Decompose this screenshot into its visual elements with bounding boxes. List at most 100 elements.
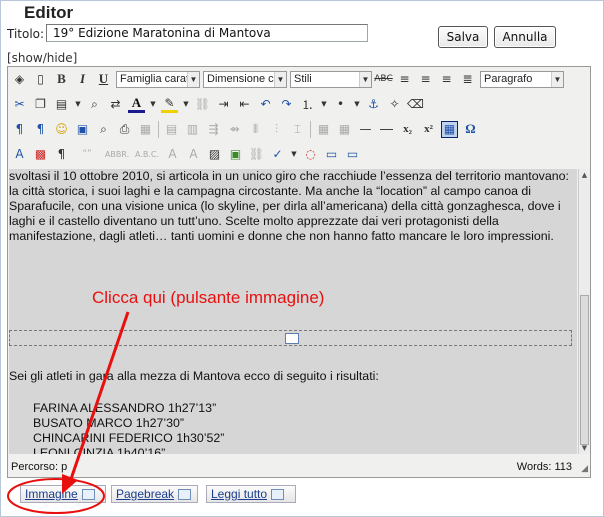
- align-right-icon[interactable]: ≡: [438, 71, 455, 88]
- save-button[interactable]: Salva: [438, 26, 488, 48]
- split-cells-icon[interactable]: ⌶: [289, 121, 306, 138]
- readmore-button[interactable]: Leggi tutto: [206, 485, 296, 503]
- highlight-color-icon[interactable]: ✎: [161, 96, 178, 113]
- result-item: BUSATO MARCO 1h27’30”: [33, 416, 185, 430]
- show-hide-link[interactable]: [show/hide]: [7, 51, 77, 65]
- anchor-icon[interactable]: ⚓: [365, 96, 382, 113]
- pagebreak-icon: [285, 333, 299, 344]
- underline-icon[interactable]: U: [95, 71, 112, 88]
- align-center-icon[interactable]: ≡: [417, 71, 434, 88]
- pagebreak-button[interactable]: Pagebreak: [111, 485, 198, 503]
- bold-icon[interactable]: B: [53, 71, 70, 88]
- outdent-icon[interactable]: ⇤: [236, 96, 253, 113]
- ltr-icon[interactable]: ¶: [11, 121, 28, 138]
- table-props-icon[interactable]: ▦: [336, 121, 353, 138]
- chevron-down-icon: ▼: [187, 71, 199, 87]
- cite-icon[interactable]: “”: [74, 146, 100, 163]
- source-icon[interactable]: ◈: [11, 71, 28, 88]
- image-button[interactable]: Immagine: [20, 485, 106, 503]
- scroll-thumb[interactable]: [580, 295, 589, 445]
- insert-column-icon[interactable]: ⫴: [247, 121, 264, 138]
- special-char-icon[interactable]: Ω: [462, 121, 479, 138]
- title-label: Titolo:: [7, 27, 45, 41]
- chevron-down-icon[interactable]: ▼: [149, 96, 157, 113]
- style-props-icon[interactable]: A: [11, 146, 28, 163]
- chevron-down-icon[interactable]: ▼: [353, 96, 361, 113]
- preview-icon[interactable]: ⌕: [95, 121, 112, 138]
- cell-props-icon[interactable]: ▥: [184, 121, 201, 138]
- pagebreak-marker: [9, 330, 572, 346]
- table-icon[interactable]: ▦: [137, 121, 154, 138]
- italic-icon[interactable]: I: [74, 71, 91, 88]
- cut-icon[interactable]: ✂: [11, 96, 28, 113]
- font-family-select[interactable]: Famiglia caratt ▼: [116, 70, 200, 88]
- remove-format-icon[interactable]: ―: [378, 121, 395, 138]
- insert-row-icon[interactable]: ⇶: [205, 121, 222, 138]
- media-icon[interactable]: ▣: [74, 121, 91, 138]
- chevron-down-icon[interactable]: ▼: [320, 96, 328, 113]
- print-icon[interactable]: ⎙: [116, 121, 133, 138]
- link-icon[interactable]: ⛓: [248, 146, 265, 163]
- horizontal-rule-icon[interactable]: —: [357, 121, 374, 138]
- align-justify-icon[interactable]: ≣: [459, 71, 476, 88]
- acronym-icon[interactable]: A.B.C.: [134, 146, 160, 163]
- result-item: LEONI CINZIA 1h40’16”: [33, 446, 166, 454]
- spellcheck-icon[interactable]: ✓: [269, 146, 286, 163]
- delete-row-icon[interactable]: ⇴: [226, 121, 243, 138]
- cleanup-icon[interactable]: ✧: [386, 96, 403, 113]
- pdf-icon[interactable]: ▩: [32, 146, 49, 163]
- show-blocks-icon[interactable]: ¶: [53, 146, 70, 163]
- toolbar-row-1: ◈ ▯ B I U Famiglia caratt ▼ Dimensione ca…: [11, 67, 567, 91]
- word-count: Words: 113: [516, 461, 572, 473]
- nonbreaking-icon[interactable]: ◌: [302, 146, 319, 163]
- styles-select[interactable]: Stili ▼: [290, 70, 372, 88]
- chevron-down-icon[interactable]: ▼: [74, 96, 82, 113]
- strikethrough-icon[interactable]: ABC: [374, 71, 392, 88]
- page-title: Editor: [24, 3, 74, 22]
- readmore-button-label: Leggi tutto: [211, 487, 268, 501]
- undo-icon[interactable]: ↶: [257, 96, 274, 113]
- font-color-icon[interactable]: A: [128, 95, 145, 113]
- status-bar: Percorso: p Words: 113 ◢: [8, 459, 590, 477]
- fullscreen-icon[interactable]: ▭: [344, 146, 361, 163]
- redo-icon[interactable]: ↷: [278, 96, 295, 113]
- scroll-up-icon[interactable]: ▲: [579, 169, 590, 181]
- chevron-down-icon[interactable]: ▼: [290, 146, 298, 163]
- visual-aid-icon[interactable]: ▦: [441, 120, 458, 138]
- copy-icon[interactable]: ❐: [32, 96, 49, 113]
- new-document-icon[interactable]: ▯: [32, 71, 49, 88]
- unlink-icon[interactable]: ⛓: [194, 96, 211, 113]
- editor-content[interactable]: svoltasi il 10 ottobre 2010, si articola…: [9, 169, 577, 454]
- attribs-icon[interactable]: ▨: [206, 146, 223, 163]
- ins-icon[interactable]: A: [185, 146, 202, 163]
- align-left-icon[interactable]: ≡: [396, 71, 413, 88]
- scroll-down-icon[interactable]: ▼: [579, 442, 590, 454]
- indent-icon[interactable]: ⇥: [215, 96, 232, 113]
- merge-cells-icon[interactable]: ▦: [315, 121, 332, 138]
- content-scrollbar[interactable]: ▲ ▼: [578, 169, 590, 454]
- eraser-icon[interactable]: ⌫: [407, 96, 424, 113]
- superscript-icon[interactable]: x²: [420, 121, 437, 138]
- subscript-icon[interactable]: x₂: [399, 121, 416, 138]
- bullet-list-icon[interactable]: •: [332, 96, 349, 113]
- delete-column-icon[interactable]: ⫶: [268, 121, 285, 138]
- format-select[interactable]: Paragrafo ▼: [480, 70, 564, 88]
- rtl-icon[interactable]: ¶: [32, 121, 49, 138]
- resize-handle-icon[interactable]: ◢: [581, 463, 588, 474]
- cancel-button[interactable]: Annulla: [494, 26, 556, 48]
- row-props-icon[interactable]: ▤: [163, 121, 180, 138]
- emoticon-icon[interactable]: ☺: [53, 121, 70, 138]
- content-paragraph: Sei gli atleti in gara alla mezza di Man…: [9, 369, 379, 383]
- template-icon[interactable]: ▭: [323, 146, 340, 163]
- replace-icon[interactable]: ⇄: [107, 96, 124, 113]
- image-icon[interactable]: ▣: [227, 146, 244, 163]
- abbr-icon[interactable]: ABBR.: [104, 146, 130, 163]
- chevron-down-icon[interactable]: ▼: [182, 96, 190, 113]
- numbered-list-icon[interactable]: ⒈: [299, 96, 316, 113]
- del-icon[interactable]: A: [164, 146, 181, 163]
- title-input[interactable]: [46, 24, 368, 42]
- find-icon[interactable]: ⌕: [86, 96, 103, 113]
- paste-icon[interactable]: ▤: [53, 96, 70, 113]
- results-list: FARINA ALESSANDRO 1h27’13” BUSATO MARCO …: [33, 401, 224, 454]
- font-size-select[interactable]: Dimensione car ▼: [203, 70, 287, 88]
